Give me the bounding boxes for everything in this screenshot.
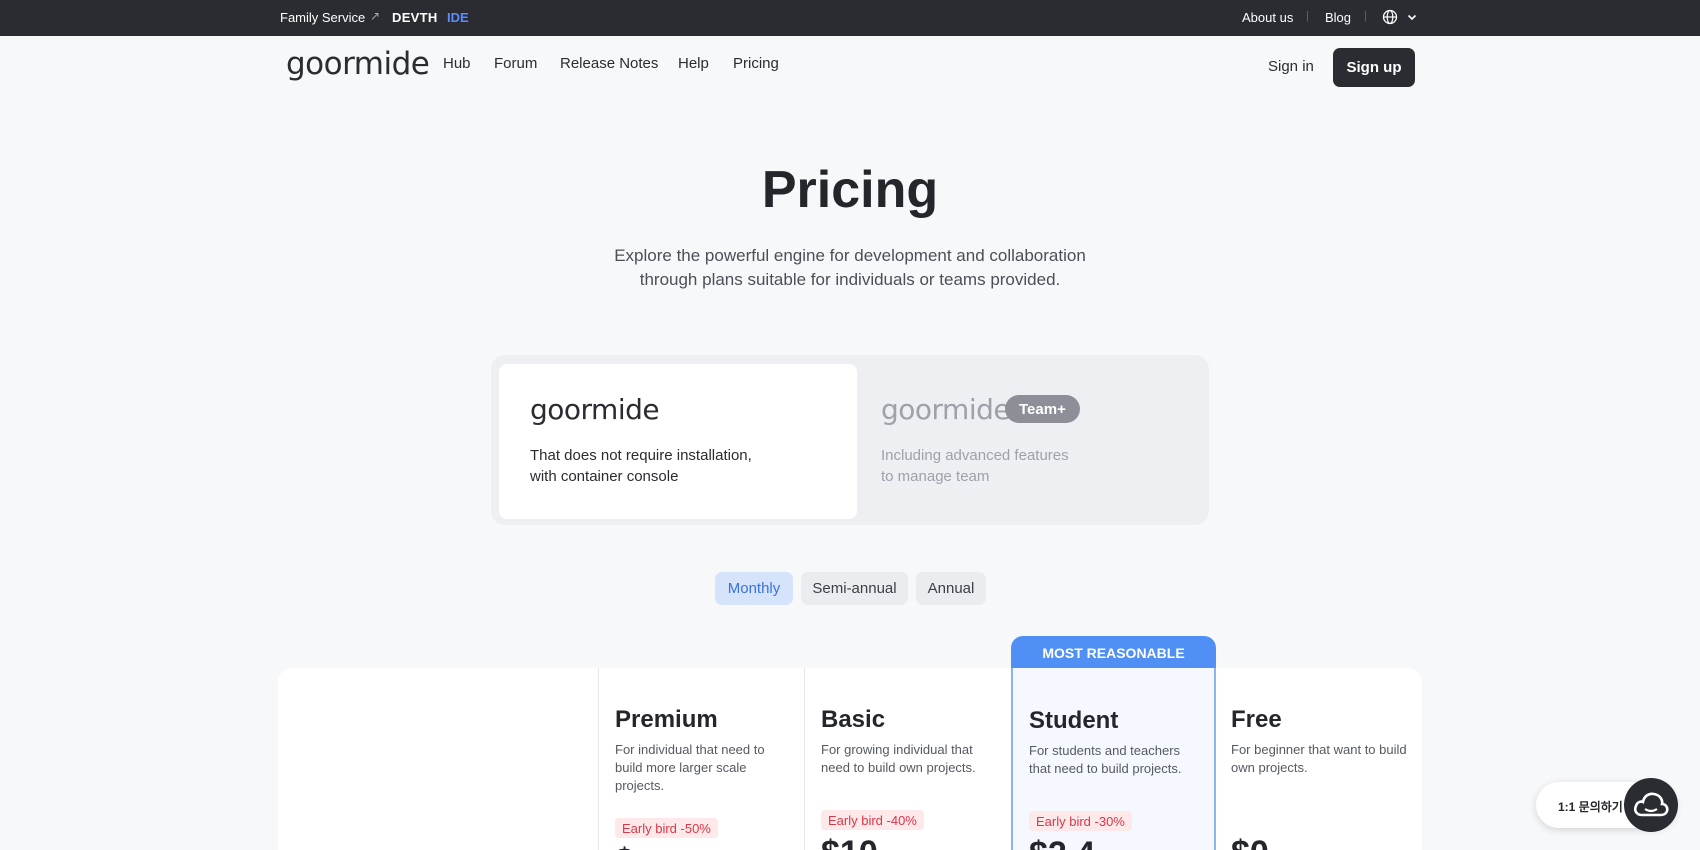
devth-link[interactable]: DEVTH bbox=[392, 10, 438, 25]
plan-price: $ bbox=[615, 842, 634, 850]
plan-price: $2.4 bbox=[1029, 835, 1095, 850]
description-line: Including advanced features bbox=[881, 447, 1069, 464]
subtitle-line: Explore the powerful engine for developm… bbox=[614, 246, 1086, 265]
about-us-link[interactable]: About us bbox=[1242, 10, 1293, 25]
tab-monthly[interactable]: Monthly bbox=[715, 572, 793, 605]
cloud-icon bbox=[1633, 792, 1669, 817]
plan-name: Premium bbox=[615, 706, 718, 733]
arrow-icon: ↗ bbox=[370, 9, 381, 23]
tab-annual[interactable]: Annual bbox=[916, 572, 986, 605]
plan-description: For students and teachers that need to b… bbox=[1029, 743, 1182, 776]
plan-description: For individual that need to build more l… bbox=[615, 742, 765, 793]
divider: | bbox=[1364, 10, 1367, 22]
chat-label: 1:1 문의하기 bbox=[1558, 800, 1623, 814]
plan-free: Free For beginner that want to build own… bbox=[1216, 668, 1422, 850]
nav-release-notes[interactable]: Release Notes bbox=[560, 55, 658, 72]
plan-premium: Premium For individual that need to buil… bbox=[598, 668, 804, 850]
goormide-logo: goormide bbox=[530, 393, 660, 426]
chat-open-button[interactable] bbox=[1624, 778, 1678, 832]
sign-up-button[interactable]: Sign up bbox=[1333, 48, 1415, 87]
product-goormide[interactable]: goormide That does not require installat… bbox=[499, 364, 857, 519]
product-goormide-team[interactable]: goormide Team+ Including advanced featur… bbox=[857, 364, 1201, 519]
plan-name: Free bbox=[1231, 706, 1282, 733]
blog-link[interactable]: Blog bbox=[1325, 10, 1351, 25]
nav-hub[interactable]: Hub bbox=[443, 55, 471, 72]
plan-price: $0 bbox=[1231, 834, 1269, 850]
ide-link[interactable]: IDE bbox=[447, 10, 469, 25]
plan-basic: Basic For growing individual that need t… bbox=[804, 668, 1011, 850]
nav-forum[interactable]: Forum bbox=[494, 55, 537, 72]
description-line: to manage team bbox=[881, 468, 990, 485]
nav-help[interactable]: Help bbox=[678, 55, 709, 72]
subtitle-line: through plans suitable for individuals o… bbox=[639, 270, 1061, 289]
family-service-label: Family Service bbox=[280, 10, 366, 25]
plan-name: Basic bbox=[821, 706, 886, 733]
product-description: That does not require installation, with… bbox=[530, 445, 752, 487]
page-title: Pricing bbox=[761, 161, 939, 219]
page-subtitle: Explore the powerful engine for developm… bbox=[0, 244, 1700, 292]
divider: | bbox=[1306, 10, 1309, 22]
goormide-logo[interactable]: goormide bbox=[286, 46, 430, 82]
globe-icon[interactable] bbox=[1382, 9, 1398, 25]
most-reasonable-badge: MOST REASONABLE bbox=[1011, 636, 1216, 670]
family-service-bar: Family Service ↗ DEVTH IDE About us | Bl… bbox=[0, 0, 1700, 36]
product-selector: goormide That does not require installat… bbox=[491, 355, 1209, 525]
early-bird-badge: Early bird -40% bbox=[821, 810, 924, 830]
plan-price: $10 bbox=[821, 834, 878, 850]
plan-description: For beginner that want to build own proj… bbox=[1231, 742, 1407, 775]
goormide-logo: goormide bbox=[881, 393, 1011, 426]
pricing-table: Premium For individual that need to buil… bbox=[278, 668, 1422, 850]
early-bird-badge: Early bird -50% bbox=[615, 818, 718, 838]
product-description: Including advanced features to manage te… bbox=[881, 445, 1069, 487]
early-bird-badge: Early bird -30% bbox=[1029, 811, 1132, 831]
description-line: That does not require installation, bbox=[530, 447, 752, 464]
chevron-down-icon[interactable] bbox=[1406, 11, 1418, 23]
tab-semi-annual[interactable]: Semi-annual bbox=[801, 572, 908, 605]
plan-description: For growing individual that need to buil… bbox=[821, 742, 976, 775]
plan-name: Student bbox=[1029, 707, 1119, 734]
description-line: with container console bbox=[530, 468, 679, 485]
nav-pricing[interactable]: Pricing bbox=[733, 55, 779, 72]
sign-in-link[interactable]: Sign in bbox=[1268, 58, 1314, 75]
plan-student: Student For students and teachers that n… bbox=[1011, 668, 1216, 850]
team-plus-badge: Team+ bbox=[1005, 395, 1080, 423]
